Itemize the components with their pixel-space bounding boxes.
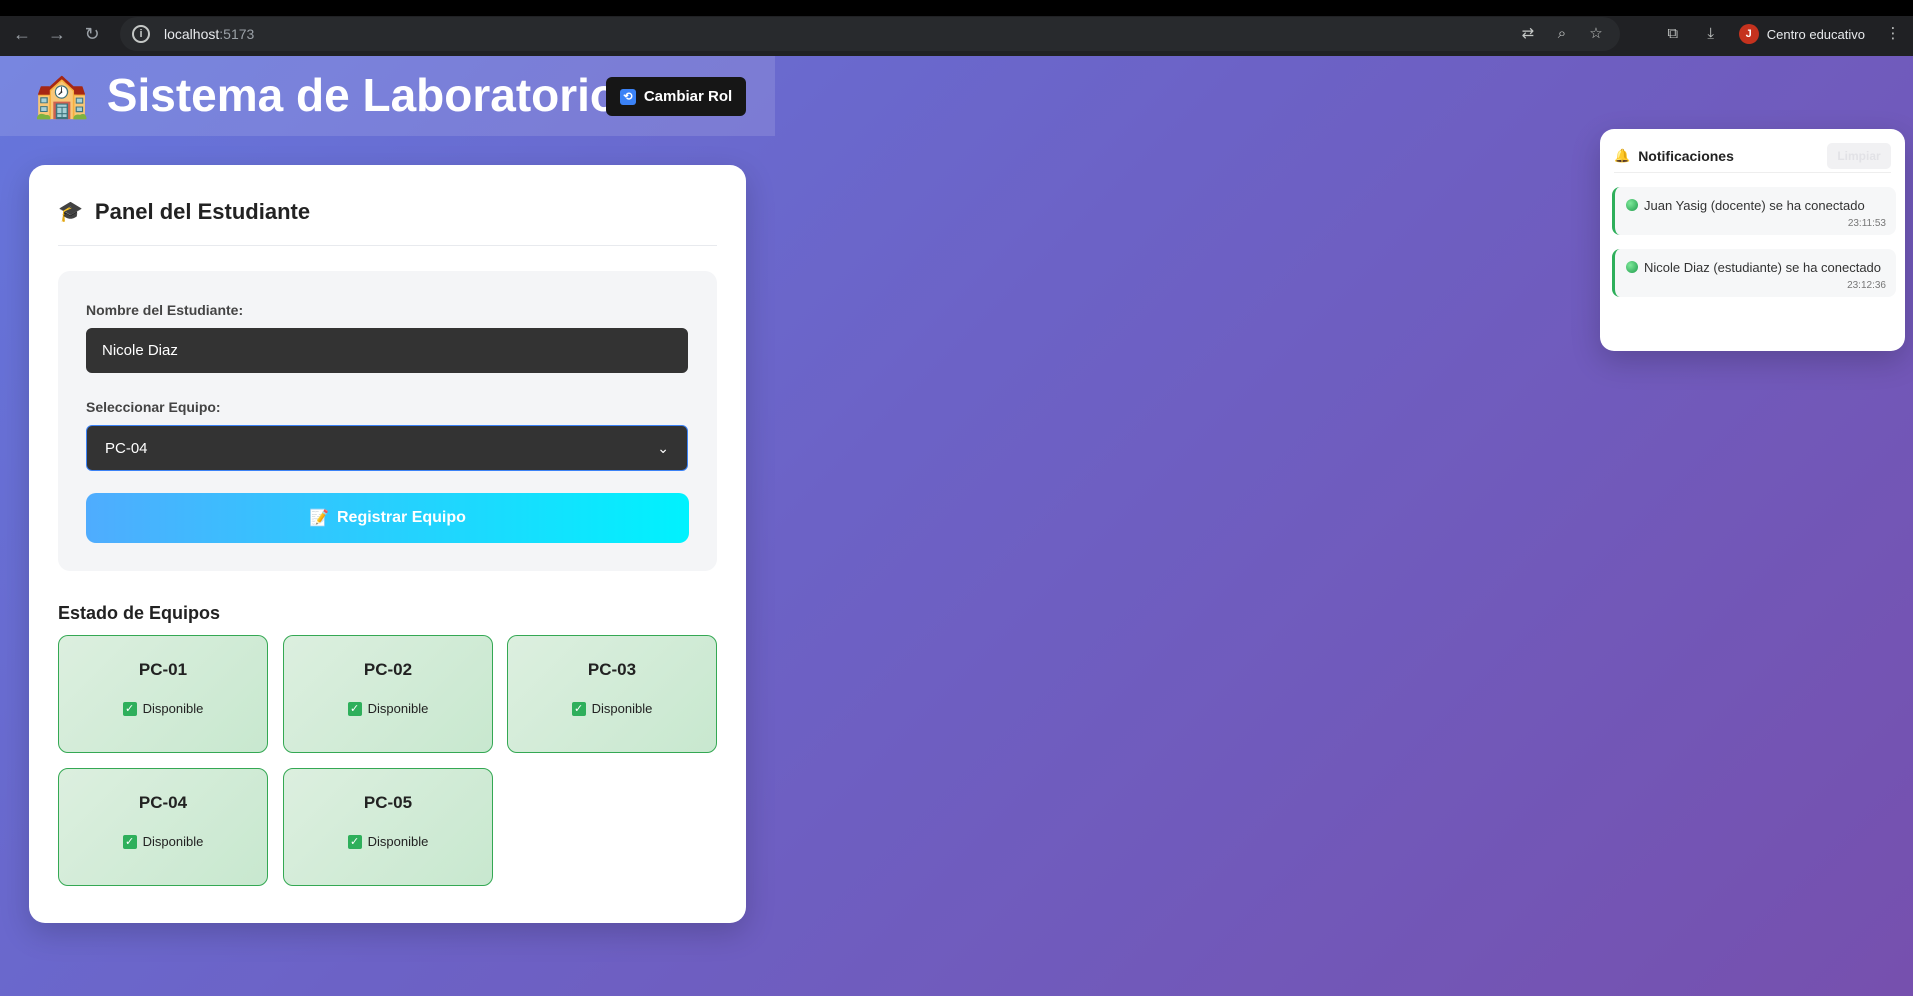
register-equipment-label: Registrar Equipo bbox=[337, 509, 466, 526]
equipment-name: PC-04 bbox=[138, 793, 188, 812]
url-text[interactable]: localhost:5173 bbox=[164, 26, 254, 42]
registration-form: Nombre del Estudiante: Nicole Diaz Selec… bbox=[58, 271, 717, 571]
notifications-title-text: Notificaciones bbox=[1638, 147, 1734, 164]
browser-chrome: ← → ↻ i localhost:5173 ⇄ ⌕ ☆ ⧉ ⤓ J Centr… bbox=[0, 0, 1913, 56]
notifications-title: 🔔 Notificaciones bbox=[1614, 148, 1734, 164]
clipboard-icon: 📝 bbox=[309, 510, 329, 527]
notifications-panel: 🔔 Notificaciones Limpiar Juan Yasig (doc… bbox=[1600, 129, 1905, 351]
student-panel: 🎓 Panel del Estudiante Nombre del Estudi… bbox=[29, 165, 746, 923]
notification-message-text: Nicole Diaz (estudiante) se ha conectado bbox=[1644, 260, 1882, 275]
equipment-card[interactable]: PC-05 ✓ Disponible bbox=[283, 768, 493, 886]
equipment-card[interactable]: PC-04 ✓ Disponible bbox=[58, 768, 268, 886]
page-title-text: Sistema de Laboratorio bbox=[106, 69, 619, 121]
equipment-name: PC-05 bbox=[363, 793, 413, 812]
equipment-status: ✓ Disponible bbox=[59, 701, 267, 716]
change-role-button[interactable]: ⟲ Cambiar Rol bbox=[606, 77, 746, 116]
forward-icon[interactable]: → bbox=[45, 22, 69, 46]
equipment-selected-value: PC-04 bbox=[105, 439, 148, 457]
notification-time: 23:11:53 bbox=[1847, 218, 1886, 229]
tab-strip bbox=[0, 0, 1913, 16]
chevron-down-icon: ⌄ bbox=[657, 439, 669, 456]
equipment-select[interactable]: PC-04 ⌄ bbox=[86, 425, 688, 471]
checkmark-icon: ✓ bbox=[122, 834, 137, 849]
profile-name: Centro educativo bbox=[1766, 26, 1865, 42]
graduation-cap-icon: 🎓 bbox=[58, 201, 83, 223]
equipment-status-text: Disponible bbox=[591, 701, 653, 716]
site-info-icon[interactable]: i bbox=[132, 25, 150, 43]
bell-icon: 🔔 bbox=[1614, 147, 1631, 163]
equipment-status-text: Disponible bbox=[367, 701, 429, 716]
equipment-status: ✓ Disponible bbox=[59, 834, 267, 849]
checkmark-icon: ✓ bbox=[122, 701, 137, 716]
equipment-card[interactable]: PC-03 ✓ Disponible bbox=[507, 635, 717, 753]
equipment-status-text: Disponible bbox=[142, 701, 204, 716]
clear-notifications-button[interactable]: Limpiar bbox=[1827, 142, 1891, 169]
reload-icon[interactable]: ↻ bbox=[80, 22, 104, 46]
equipment-status-text: Disponible bbox=[142, 834, 204, 849]
zoom-icon[interactable]: ⌕ bbox=[1552, 24, 1572, 44]
back-icon[interactable]: ← bbox=[10, 22, 34, 46]
address-bar[interactable]: i localhost:5173 ⇄ ⌕ ☆ bbox=[120, 17, 1620, 51]
equipment-name: PC-02 bbox=[363, 660, 413, 679]
equipment-status-title: Estado de Equipos bbox=[58, 603, 221, 623]
notification-message: Nicole Diaz (estudiante) se ha conectado bbox=[1626, 258, 1886, 278]
panel-title: 🎓 Panel del Estudiante bbox=[58, 199, 717, 246]
status-dot-icon bbox=[1626, 199, 1638, 211]
notification-message: Juan Yasig (docente) se ha conectado bbox=[1626, 196, 1886, 216]
checkmark-icon: ✓ bbox=[347, 701, 362, 716]
app-page: 🏫 Sistema de Laboratorio ⟲ Cambiar Rol 🎓… bbox=[0, 56, 1913, 996]
page-title: 🏫 Sistema de Laboratorio bbox=[34, 68, 618, 122]
download-icon[interactable]: ⤓ bbox=[1701, 24, 1721, 44]
change-role-label: Cambiar Rol bbox=[643, 88, 733, 105]
avatar: J bbox=[1738, 24, 1759, 44]
notification-message-text: Juan Yasig (docente) se ha conectado bbox=[1644, 198, 1865, 213]
equipment-card[interactable]: PC-01 ✓ Disponible bbox=[58, 635, 268, 753]
register-equipment-button[interactable]: 📝 Registrar Equipo bbox=[86, 493, 689, 543]
menu-kebab-icon[interactable]: ⋮ bbox=[1883, 24, 1903, 44]
refresh-icon: ⟲ bbox=[619, 88, 636, 105]
equipment-status: ✓ Disponible bbox=[508, 701, 716, 716]
equipment-name: PC-01 bbox=[138, 660, 188, 679]
panel-title-text: Panel del Estudiante bbox=[94, 199, 311, 224]
school-icon: 🏫 bbox=[34, 71, 89, 120]
checkmark-icon: ✓ bbox=[571, 701, 586, 716]
equipment-status: ✓ Disponible bbox=[284, 834, 492, 849]
equipment-status: ✓ Disponible bbox=[284, 701, 492, 716]
app-header: 🏫 Sistema de Laboratorio ⟲ Cambiar Rol bbox=[0, 56, 775, 136]
equipment-status-text: Disponible bbox=[367, 834, 429, 849]
notification-item: Nicole Diaz (estudiante) se ha conectado… bbox=[1612, 249, 1896, 297]
bookmark-star-icon[interactable]: ☆ bbox=[1586, 24, 1606, 44]
equipment-name: PC-03 bbox=[587, 660, 637, 679]
notification-item: Juan Yasig (docente) se ha conectado 23:… bbox=[1612, 187, 1896, 235]
student-name-input[interactable]: Nicole Diaz bbox=[86, 328, 688, 373]
profile-button[interactable]: J Centro educativo bbox=[1738, 24, 1865, 44]
checkmark-icon: ✓ bbox=[347, 834, 362, 849]
equipment-select-label: Seleccionar Equipo: bbox=[86, 399, 221, 415]
translate-icon[interactable]: ⇄ bbox=[1518, 24, 1538, 44]
extensions-icon[interactable]: ⧉ bbox=[1663, 24, 1683, 44]
status-dot-icon bbox=[1626, 261, 1638, 273]
student-name-value: Nicole Diaz bbox=[102, 342, 178, 359]
equipment-card[interactable]: PC-02 ✓ Disponible bbox=[283, 635, 493, 753]
notifications-header: 🔔 Notificaciones Limpiar bbox=[1614, 139, 1891, 173]
notification-time: 23:12:36 bbox=[1847, 280, 1886, 291]
student-name-label: Nombre del Estudiante: bbox=[86, 302, 244, 318]
